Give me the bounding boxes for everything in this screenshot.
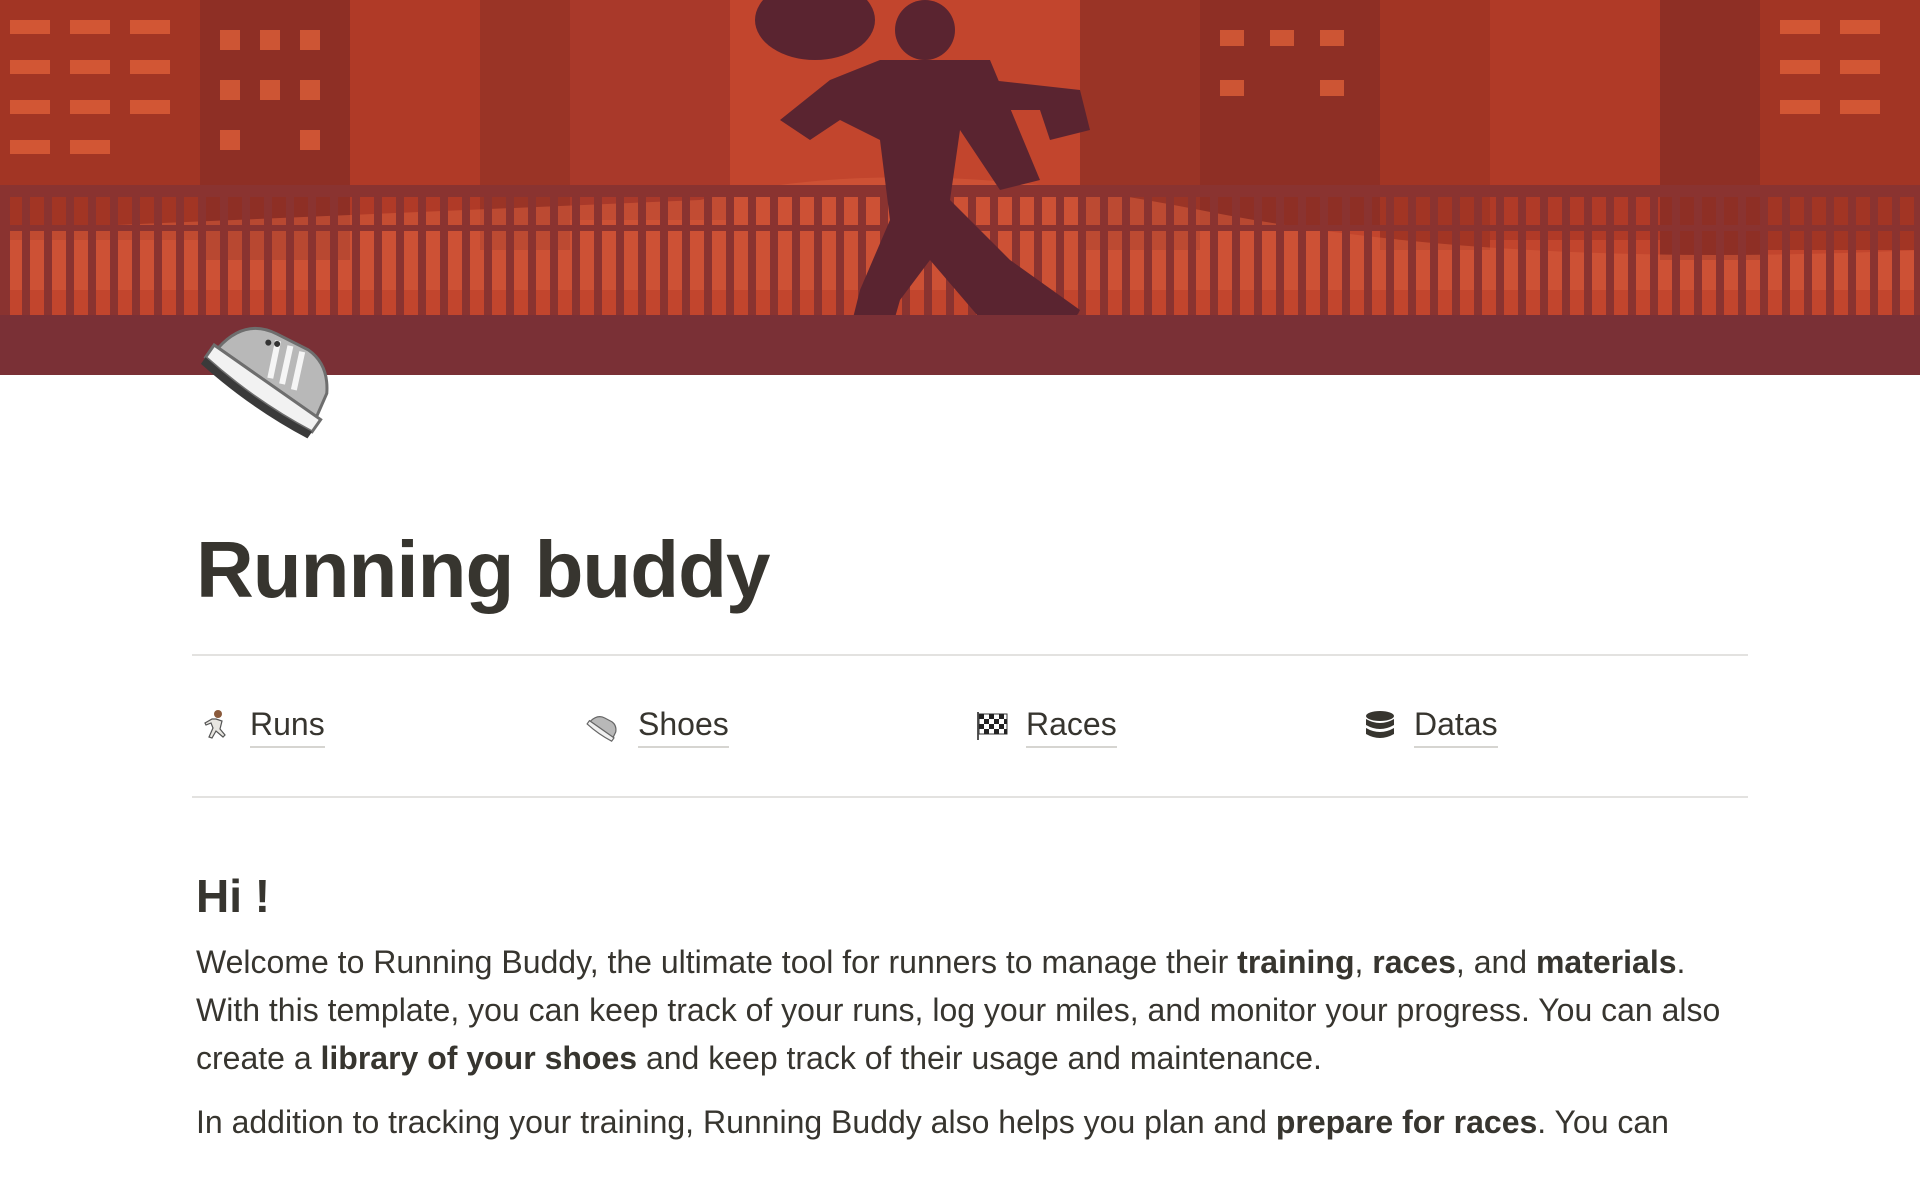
text: , and — [1455, 944, 1536, 980]
section-heading: Hi ! — [196, 870, 271, 922]
bold-text: materials — [1535, 944, 1677, 980]
link-shoes[interactable]: Shoes — [584, 704, 972, 748]
bold-text: races — [1372, 944, 1456, 980]
intro-paragraph: In addition to tracking your training, R… — [196, 1098, 1748, 1146]
divider — [192, 796, 1748, 798]
text: In addition to tracking your training, R… — [196, 1104, 1276, 1140]
bold-text: library of your shoes — [320, 1040, 638, 1076]
sneaker-icon — [584, 706, 624, 746]
runner-icon — [196, 706, 236, 746]
sneaker-icon[interactable] — [196, 290, 356, 450]
link-datas[interactable]: Datas — [1360, 704, 1748, 748]
link-runs[interactable]: Runs — [196, 704, 584, 748]
text: . You can — [1537, 1104, 1669, 1140]
text: , — [1354, 944, 1373, 980]
checkered-flag-icon — [972, 706, 1012, 746]
database-icon — [1360, 706, 1400, 746]
link-label: Datas — [1414, 704, 1498, 748]
text: Welcome to Running Buddy, the ultimate t… — [196, 944, 1238, 980]
link-row: Runs Shoes Races Datas — [196, 656, 1748, 796]
link-label: Runs — [250, 704, 325, 748]
page-content: Running buddy Runs Shoes Races Datas Hi … — [192, 520, 1748, 1146]
link-label: Shoes — [638, 704, 729, 748]
intro-paragraph: Welcome to Running Buddy, the ultimate t… — [196, 938, 1748, 1082]
bold-text: prepare for races — [1275, 1104, 1538, 1140]
bold-text: training — [1237, 944, 1355, 980]
link-races[interactable]: Races — [972, 704, 1360, 748]
link-label: Races — [1026, 704, 1117, 748]
text: and keep track of their usage and mainte… — [637, 1040, 1322, 1076]
page-title: Running buddy — [196, 525, 771, 614]
